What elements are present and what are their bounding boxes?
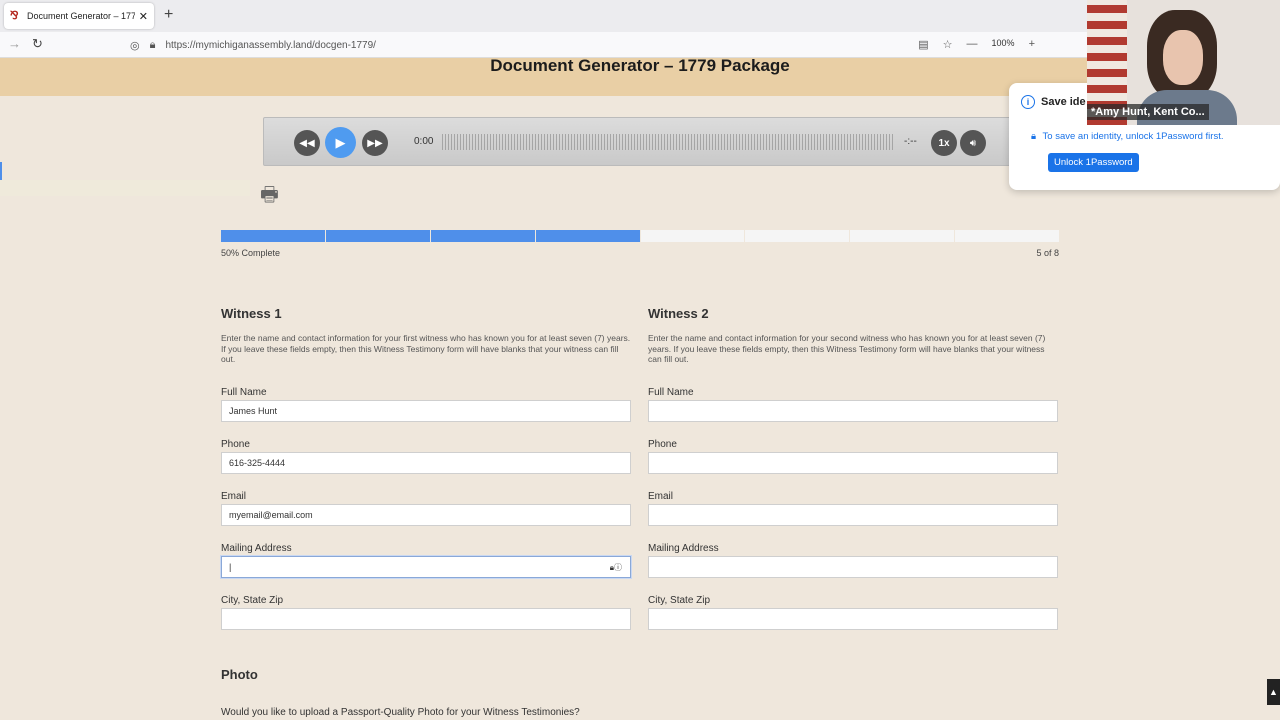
site-favicon-icon: ⅋ [10,9,19,22]
witness-2-section: Witness 2 Enter the name and contact inf… [648,306,1058,647]
new-tab-icon[interactable]: + [164,6,173,24]
city-state-zip-label: City, State Zip [221,594,284,606]
witness-2-heading: Witness 2 [648,306,709,321]
info-icon: i [1021,95,1035,109]
progress-segment [850,230,955,242]
popup-message: To save an identity, unlock 1Password fi… [1042,131,1224,142]
progress-segment [745,230,850,242]
witness-1-description: Enter the name and contact information f… [221,333,631,364]
forward-icon[interactable]: → [8,36,21,51]
popup-title: Save ide [1041,96,1086,108]
lock-icon: 🔒︎ [1031,131,1037,142]
photo-question: Would you like to upload a Passport-Qual… [221,707,580,718]
progress-segment [955,230,1059,242]
witness-2-description: Enter the name and contact information f… [648,333,1046,364]
tab-title: Document Generator – 1779 Pa [27,11,135,21]
rewind-icon[interactable]: ◀◀ [294,130,320,156]
progress-step: 5 of 8 [1036,248,1059,258]
progress-segment [640,230,745,242]
email-label: Email [221,490,247,502]
witness-2-phone-input[interactable] [648,451,1058,474]
full-name-label: Full Name [648,386,694,398]
email-label: Email [648,490,674,502]
playback-speed-button[interactable]: 1x [931,130,957,156]
city-state-zip-label: City, State Zip [648,594,711,606]
printer-icon[interactable]: 🖶 [260,180,279,214]
webcam-overlay: *Amy Hunt, Kent Co... [1087,0,1280,125]
volume-icon[interactable]: 🔊︎ [960,130,986,156]
mailing-address-label: Mailing Address [221,542,292,554]
scroll-to-top-icon[interactable]: ▲ [1267,679,1280,705]
address-value: | [229,561,232,572]
unlock-1password-button[interactable]: Unlock 1Password [1048,153,1139,172]
progress-segment [221,230,325,242]
lock-icon[interactable]: 🔒︎ [150,39,156,52]
shield-icon[interactable]: ◎ [130,39,140,52]
url-bar[interactable]: ◎ 🔒︎ https://mymichiganassembly.land/doc… [130,34,1040,56]
witness-1-phone-input[interactable]: 616-325-4444 [221,451,631,474]
browser-tab[interactable]: ⅋ Document Generator – 1779 Pa ✕ [4,3,154,29]
witness-2-email-input[interactable] [648,503,1058,526]
progress-bar [221,230,1059,242]
presenter-name-label: *Amy Hunt, Kent Co... [1087,104,1209,120]
photo-heading: Photo [221,667,258,682]
decorative-band [0,180,250,196]
progress-segment [430,230,535,242]
full-name-label: Full Name [221,386,267,398]
audio-waveform[interactable] [442,134,894,150]
fast-forward-icon[interactable]: ▶▶ [362,130,388,156]
witness-1-city-input[interactable] [221,607,631,630]
witness-2-city-input[interactable] [648,607,1058,630]
close-tab-icon[interactable]: ✕ [139,10,148,23]
mailing-address-label: Mailing Address [648,542,719,554]
witness-2-address-input[interactable] [648,555,1058,578]
progress-segment [535,230,640,242]
witness-1-full-name-input[interactable]: James Hunt [221,399,631,422]
zoom-level[interactable]: 100% [992,38,1015,51]
audio-remaining-time: -:-- [904,136,917,147]
witness-2-full-name-input[interactable] [648,399,1058,422]
play-icon[interactable]: ▶ [325,127,356,158]
popup-message-row: 🔒︎ To save an identity, unlock 1Password… [1031,131,1223,142]
1password-field-icon[interactable]: 🔒︎ⓘ [610,562,622,573]
bookmark-star-icon[interactable]: ☆ [943,38,953,51]
presenter-face [1163,30,1203,85]
progress-segment [325,230,430,242]
witness-1-section: Witness 1 Enter the name and contact inf… [221,306,631,647]
witness-1-email-input[interactable]: myemail@email.com [221,503,631,526]
phone-label: Phone [648,438,677,450]
url-text[interactable]: https://mymichiganassembly.land/docgen-1… [165,40,375,51]
witness-1-address-input[interactable]: | 🔒︎ⓘ [221,555,631,578]
progress-percent: 50% Complete [221,248,281,258]
zoom-in-icon[interactable]: + [1029,38,1035,51]
reload-icon[interactable]: ↻ [32,36,43,52]
zoom-out-icon[interactable]: — [967,38,978,51]
witness-1-heading: Witness 1 [221,306,282,321]
audio-current-time: 0:00 [414,136,434,147]
audio-player: ◀◀ ▶ ▶▶ 0:00 -:-- 1x 🔊︎ [263,117,1015,166]
reader-view-icon[interactable]: ▤ [918,38,928,51]
phone-label: Phone [221,438,250,450]
